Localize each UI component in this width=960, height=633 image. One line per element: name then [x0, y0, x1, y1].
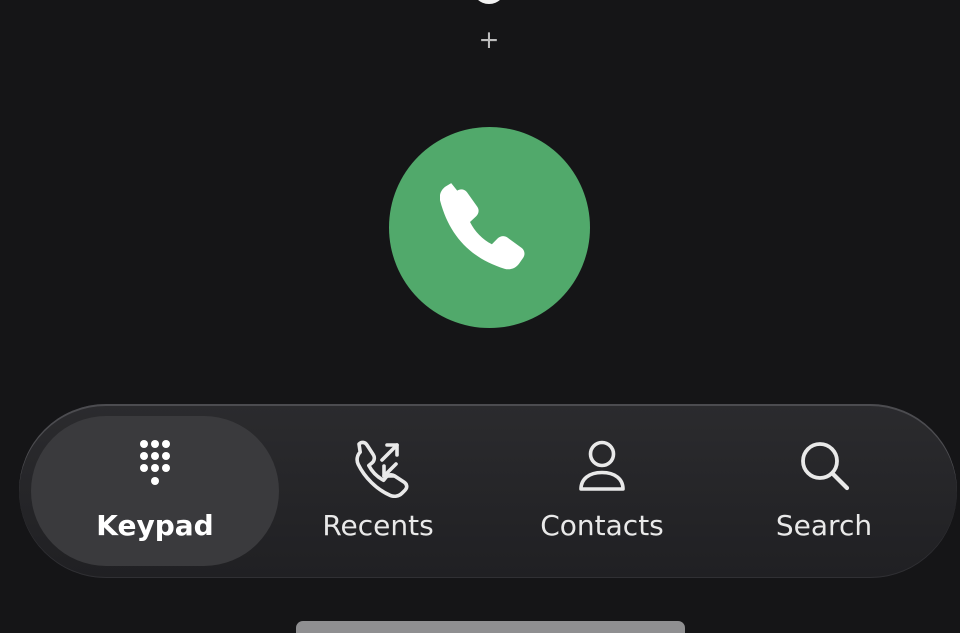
keypad-icon	[124, 436, 186, 498]
recents-icon	[347, 436, 409, 498]
tab-recents-label: Recents	[322, 509, 434, 542]
tab-search-label: Search	[775, 509, 873, 542]
search-icon	[793, 436, 855, 498]
bottom-navigation: Keypad Recents Contacts Search	[19, 404, 957, 578]
phone-dialer-screen: + Keypad Recents Contacts Search	[0, 0, 960, 633]
call-button[interactable]	[389, 127, 590, 328]
tab-keypad-label: Keypad	[96, 509, 214, 542]
home-indicator[interactable]	[296, 621, 685, 633]
tab-contacts-label: Contacts	[540, 509, 664, 542]
tab-search[interactable]: Search	[721, 416, 927, 566]
tab-recents[interactable]: Recents	[275, 416, 481, 566]
contacts-icon	[571, 436, 633, 498]
bottom-navigation-items: Keypad Recents Contacts Search	[19, 404, 957, 578]
tab-keypad[interactable]: Keypad	[31, 416, 279, 566]
keypad-key-partial[interactable]	[472, 0, 506, 4]
plus-label: +	[478, 25, 500, 54]
phone-icon	[439, 182, 524, 269]
tab-contacts[interactable]: Contacts	[499, 416, 705, 566]
